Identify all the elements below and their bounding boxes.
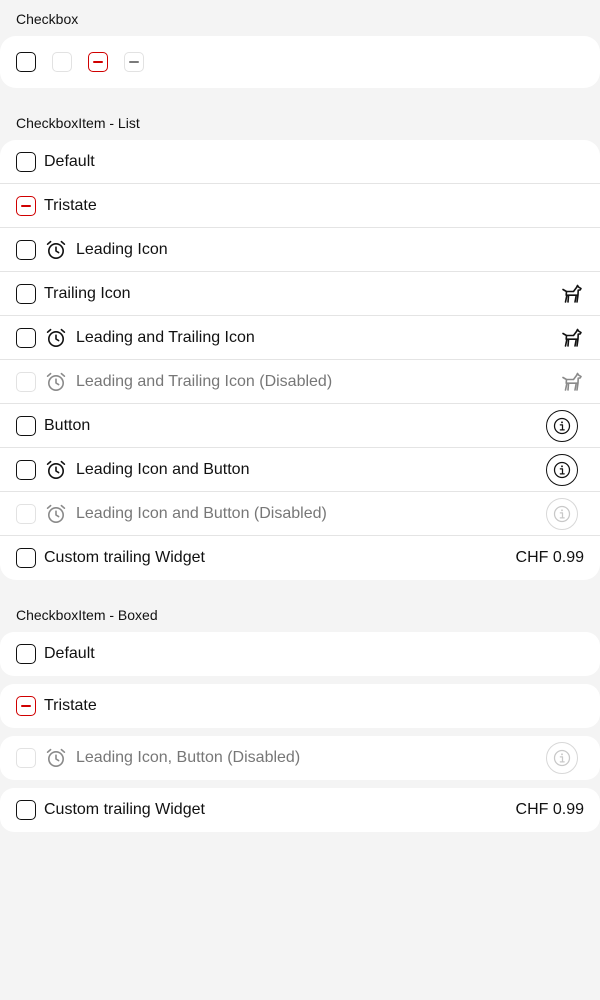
section-title-checkbox: Checkbox [16,11,79,27]
checkbox-tristate[interactable] [88,52,108,72]
checkbox[interactable] [16,416,36,436]
info-icon [552,416,572,436]
list-item-label: Trailing Icon [44,285,131,302]
list-item-trailing-icon[interactable]: Trailing Icon [0,272,600,316]
list-item-label: Leading and Trailing Icon (Disabled) [76,373,333,390]
alarm-clock-icon [44,746,68,770]
boxed-item-label: Default [44,645,95,662]
list-item-tristate[interactable]: Tristate [0,184,600,228]
list-item-label: Default [44,153,95,170]
list-item-leading-icon-button[interactable]: Leading Icon and Button [0,448,600,492]
info-icon [552,460,572,480]
boxed-item-custom-trailing[interactable]: Custom trailing Widget CHF 0.99 [0,788,600,832]
price-label: CHF 0.99 [515,801,584,818]
list-item-label: Leading Icon [76,241,168,258]
list-item-button[interactable]: Button [0,404,600,448]
checkbox-disabled [16,504,36,524]
checkbox[interactable] [16,800,36,820]
list-item-label: Custom trailing Widget [44,549,205,566]
list-item-label: Leading and Trailing Icon [76,329,255,346]
list-item-leading-icon[interactable]: Leading Icon [0,228,600,272]
list-item-default[interactable]: Default [0,140,600,184]
info-button[interactable] [546,454,578,486]
price-label: CHF 0.99 [515,549,584,566]
alarm-clock-icon [44,502,68,526]
list-item-label: Leading Icon and Button [76,461,250,478]
info-button-disabled [546,742,578,774]
section-title-list: CheckboxItem - List [16,115,140,131]
boxed-item-tristate[interactable]: Tristate [0,684,600,728]
checkbox[interactable] [16,644,36,664]
alarm-clock-icon [44,458,68,482]
checkbox-list-card: Default Tristate Leading Icon Trailing I… [0,140,600,580]
list-item-label: Leading Icon and Button (Disabled) [76,505,327,522]
checkbox[interactable] [16,240,36,260]
alarm-clock-icon [44,370,68,394]
dog-icon [560,326,584,350]
checkbox[interactable] [16,152,36,172]
checkbox[interactable] [16,548,36,568]
list-item-label: Button [44,417,91,434]
list-item-leading-icon-button-disabled: Leading Icon and Button (Disabled) [0,492,600,536]
dog-icon [560,370,584,394]
checkbox-disabled [16,372,36,392]
checkbox-card [0,36,600,88]
checkbox-disabled [16,748,36,768]
list-item-label: Tristate [44,197,97,214]
boxed-item-default[interactable]: Default [0,632,600,676]
checkbox[interactable] [16,328,36,348]
checkbox[interactable] [16,460,36,480]
info-button-disabled [546,498,578,530]
dog-icon [560,282,584,306]
checkbox-tristate[interactable] [16,696,36,716]
checkbox-disabled [52,52,72,72]
checkbox[interactable] [16,284,36,304]
boxed-item-label: Tristate [44,697,97,714]
section-title-boxed: CheckboxItem - Boxed [16,607,158,623]
checkbox-tristate[interactable] [16,196,36,216]
info-icon [552,504,572,524]
list-item-leading-trailing-icon-disabled: Leading and Trailing Icon (Disabled) [0,360,600,404]
alarm-clock-icon [44,326,68,350]
alarm-clock-icon [44,238,68,262]
info-icon [552,748,572,768]
checkbox-unchecked[interactable] [16,52,36,72]
list-item-custom-trailing[interactable]: Custom trailing Widget CHF 0.99 [0,536,600,580]
checkbox-tristate-disabled [124,52,144,72]
boxed-item-label: Custom trailing Widget [44,801,205,818]
list-item-leading-trailing-icon[interactable]: Leading and Trailing Icon [0,316,600,360]
boxed-item-label: Leading Icon, Button (Disabled) [76,749,301,766]
info-button[interactable] [546,410,578,442]
boxed-item-leading-icon-button-disabled: Leading Icon, Button (Disabled) [0,736,600,780]
